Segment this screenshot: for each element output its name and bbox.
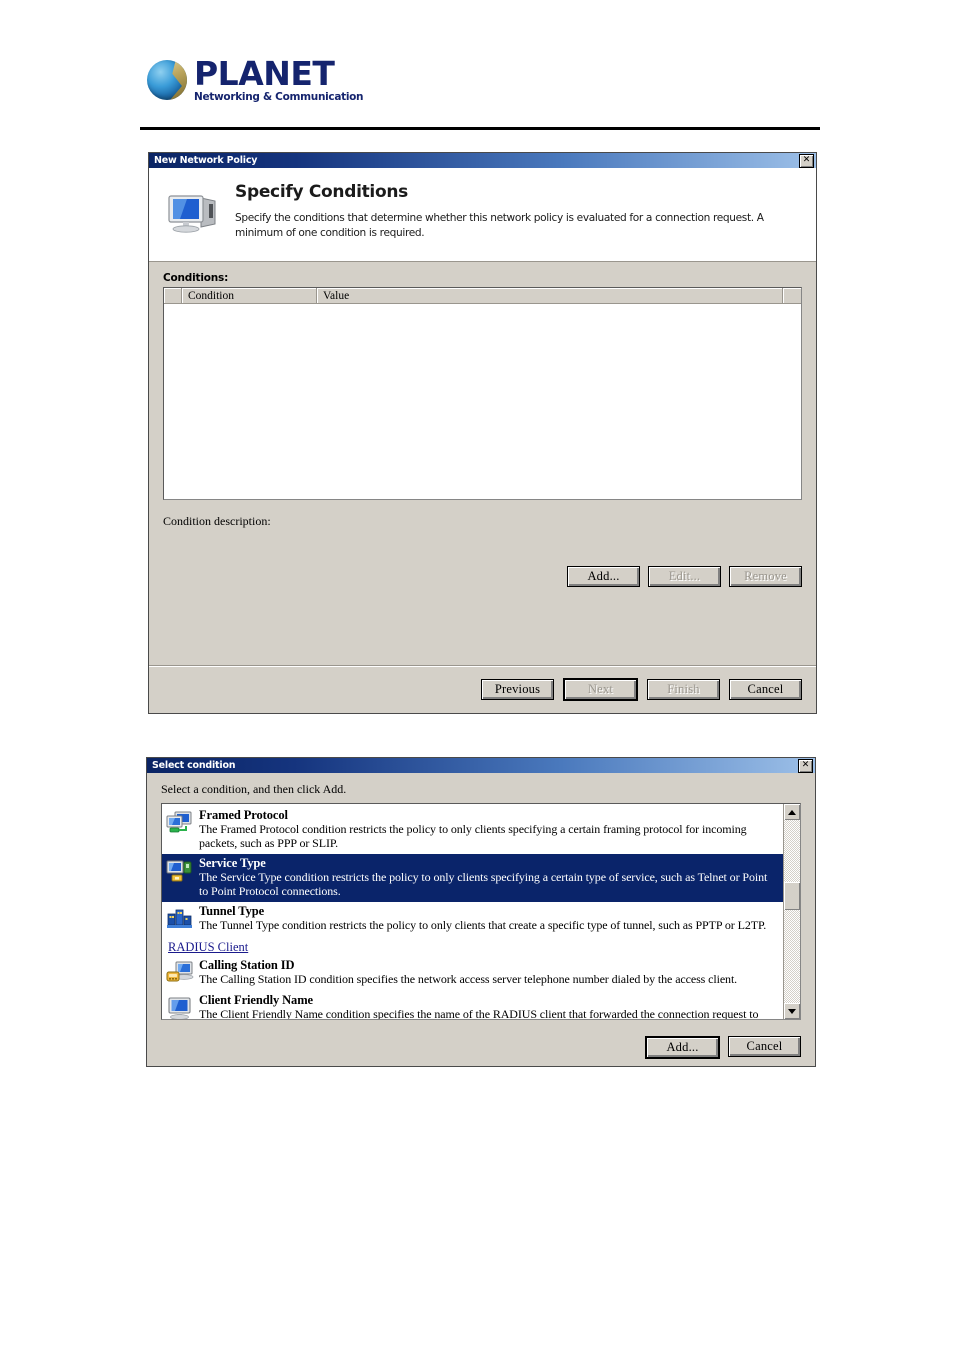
scroll-down-arrow-icon[interactable] [784,1003,800,1019]
policy-dialog-title: New Network Policy [154,155,258,166]
computer-monitor-icon [165,182,229,251]
cancel-button[interactable]: Cancel [728,1036,801,1057]
client-friendly-name-icon [166,993,196,1019]
add-button[interactable]: Add... [646,1037,719,1058]
tunnel-type-icon [166,904,196,934]
wizard-text-block: Specify Conditions Specify the condition… [229,182,800,251]
next-button: Next [564,679,637,700]
page-header: PLANET Networking & Communication [0,0,954,135]
column-header-blank-right[interactable] [783,288,801,303]
calling-station-id-icon [166,958,196,988]
list-item[interactable]: Service Type The Service Type condition … [162,853,783,902]
condition-description-label: Condition description: [163,514,271,528]
brand-tagline: Networking & Communication [194,91,364,103]
conditions-table-body[interactable] [164,304,801,499]
header-divider [140,127,820,130]
conditions-listview[interactable]: Condition Value [163,287,802,500]
new-network-policy-dialog: New Network Policy ✕ Specify Conditions … [148,152,817,714]
wizard-header: Specify Conditions Specify the condition… [149,168,816,262]
list-item-description: The Client Friendly Name condition speci… [199,1006,759,1019]
condition-list[interactable]: Framed Protocol The Framed Protocol cond… [161,803,801,1020]
list-item-title: Tunnel Type [199,903,265,918]
column-header-value[interactable]: Value [317,288,783,303]
close-icon[interactable]: ✕ [798,758,813,773]
policy-dialog-titlebar: New Network Policy ✕ [149,153,816,168]
conditions-label: Conditions: [163,272,229,284]
close-icon[interactable]: ✕ [799,153,814,168]
condition-list-items: Framed Protocol The Framed Protocol cond… [162,804,783,1019]
logo-text-block: PLANET Networking & Communication [194,54,364,103]
planet-logo: PLANET Networking & Communication [147,54,364,103]
list-item-text: Service Type The Service Type condition … [196,856,779,899]
service-type-icon [166,856,196,886]
select-dialog-titlebar: Select condition ✕ [147,758,815,773]
list-item[interactable]: Calling Station ID The Calling Station I… [162,956,783,991]
column-header-condition[interactable]: Condition [182,288,317,303]
add-condition-button[interactable]: Add... [567,566,640,587]
scrollbar-track[interactable] [784,820,800,1003]
list-item-description: The Calling Station ID condition specifi… [199,971,738,986]
list-item-title: Calling Station ID [199,957,295,972]
condition-list-scrollbar[interactable] [783,804,800,1019]
list-item-title: Service Type [199,855,266,870]
select-condition-dialog: Select condition ✕ Select a condition, a… [146,757,816,1067]
select-prompt: Select a condition, and then click Add. [161,782,347,796]
list-item[interactable]: Framed Protocol The Framed Protocol cond… [162,806,783,854]
list-item-title: Framed Protocol [199,808,288,822]
list-item-text: Tunnel Type The Tunnel Type condition re… [196,904,779,932]
select-dialog-title: Select condition [152,760,236,771]
list-group-header-radius-client[interactable]: RADIUS Client [162,937,783,956]
previous-button[interactable]: Previous [481,679,554,700]
edit-condition-button: Edit... [648,566,721,587]
planet-globe-logo-icon [147,59,187,100]
brand-name: PLANET [194,54,335,93]
page-title: Specify Conditions [235,182,408,202]
remove-condition-button: Remove [729,566,802,587]
list-item-description: The Service Type condition restricts the… [199,869,768,899]
list-item[interactable]: Tunnel Type The Tunnel Type condition re… [162,902,783,937]
list-item-description: The Tunnel Type condition restricts the … [199,917,767,932]
finish-button: Finish [647,679,720,700]
wizard-body: Conditions: Condition Value Condition de… [149,262,816,665]
scroll-up-arrow-icon[interactable] [784,804,800,820]
select-dialog-body: Select a condition, and then click Add. [147,773,815,1081]
condition-actions: Add... Edit... Remove [567,566,802,587]
conditions-table-header: Condition Value [164,288,801,304]
list-item-title: Client Friendly Name [199,992,313,1007]
policy-dialog-footer: Previous Next Finish Cancel [149,665,816,713]
list-item[interactable]: Client Friendly Name The Client Friendly… [162,991,783,1019]
cancel-button[interactable]: Cancel [729,679,802,700]
select-dialog-actions: Add... Cancel [645,1036,801,1059]
column-header-blank-left[interactable] [164,288,182,303]
page-description: Specify the conditions that determine wh… [235,212,764,240]
list-item-text: Framed Protocol The Framed Protocol cond… [196,808,779,851]
list-item-text: Calling Station ID The Calling Station I… [196,958,779,986]
scrollbar-thumb[interactable] [784,882,800,910]
list-item-description: The Framed Protocol condition restricts … [199,822,747,851]
list-item-text: Client Friendly Name The Client Friendly… [196,993,779,1019]
framed-protocol-icon [166,808,196,838]
